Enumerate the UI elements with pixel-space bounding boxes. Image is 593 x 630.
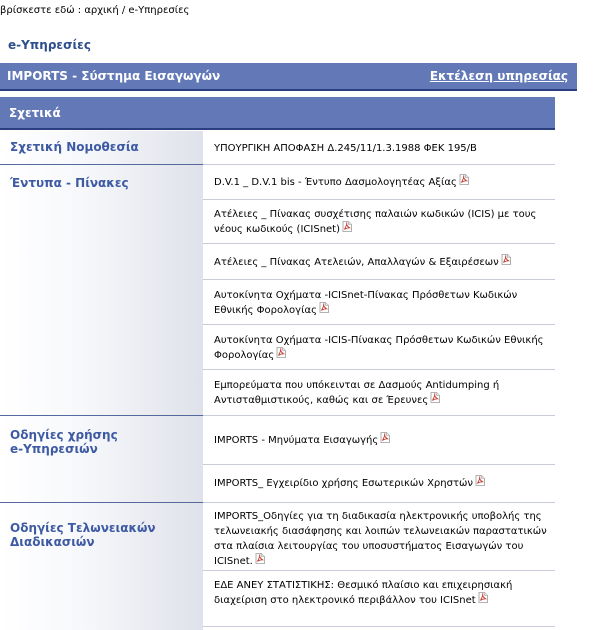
pdf-icon[interactable] (342, 220, 352, 232)
category-customs-procedures: Οδηγίες Τελωνειακών Διαδικασιών (10, 521, 156, 549)
item-separator (203, 199, 555, 200)
doc-link[interactable]: IMPORTS_ Εγχειρίδιο χρήσης Εσωτερικών Χρ… (214, 478, 473, 489)
item-separator (203, 324, 555, 325)
execute-service-link[interactable]: Εκτέλεση υπηρεσίας (430, 69, 568, 83)
category-column (0, 131, 203, 630)
pdf-icon[interactable] (478, 591, 488, 603)
breadcrumb-path[interactable]: αρχική / e-Υπηρεσίες (84, 5, 189, 16)
item-separator (203, 369, 555, 370)
item-separator (203, 415, 555, 416)
doc-link[interactable]: Αυτοκίνητα Οχήματα -ICISnet-Πίνακας Πρόσ… (214, 290, 517, 316)
pdf-icon[interactable] (459, 173, 469, 185)
item-separator (203, 502, 555, 503)
item-separator (203, 464, 555, 465)
doc-link[interactable]: Εμπορεύματα που υπόκεινται σε Δασμούς An… (214, 380, 499, 406)
category-separator (0, 502, 203, 503)
doc-item-legislation[interactable]: ΥΠΟΥΡΓΙΚΗ ΑΠΟΦΑΣΗ Δ.245/11/1.3.1988 ΦΕΚ … (214, 141, 549, 156)
pdf-icon[interactable] (380, 431, 391, 443)
pdf-icon[interactable] (475, 474, 485, 486)
service-name: IMPORTS - Σύστημα Εισαγωγών (7, 69, 221, 83)
category-separator (0, 415, 203, 416)
doc-item[interactable]: ΕΔΕ ΑΝΕΥ ΣΤΑΤΙΣΤΙΚΗΣ: Θεσμικό πλαίσιο κα… (214, 578, 549, 608)
doc-link[interactable]: Αυτοκίνητα Οχήματα -ICIS-Πίνακας Πρόσθετ… (214, 335, 544, 361)
pdf-icon[interactable] (430, 391, 441, 403)
doc-item[interactable]: Ατέλειες _ Πίνακας Ατελειών, Απαλλαγών &… (214, 253, 549, 270)
pdf-icon[interactable] (255, 552, 265, 564)
doc-item[interactable]: Εμπορεύματα που υπόκεινται σε Δασμούς An… (214, 378, 549, 408)
category-legislation: Σχετική Νομοθεσία (10, 140, 139, 154)
category-usage-guides: Οδηγίες χρήσης e-Υπηρεσιών (10, 428, 118, 456)
pdf-icon[interactable] (276, 346, 287, 358)
doc-item[interactable]: Αυτοκίνητα Οχήματα -ICIS-Πίνακας Πρόσθετ… (214, 333, 549, 363)
doc-item[interactable]: IMPORTS_Οδηγίες για τη διαδικασία ηλεκτρ… (214, 509, 549, 569)
related-header-label: Σχετικά (9, 106, 61, 120)
category-separator (0, 164, 203, 165)
page-title: e-Υπηρεσίες (8, 38, 91, 52)
breadcrumb: βρίσκεστε εδώ : αρχική / e-Υπηρεσίες (0, 5, 189, 19)
related-section-header: Σχετικά (0, 97, 555, 130)
pdf-icon[interactable] (501, 253, 511, 265)
category-forms-tables: Έντυπα - Πίνακες (10, 176, 129, 190)
doc-link[interactable]: ΥΠΟΥΡΓΙΚΗ ΑΠΟΦΑΣΗ Δ.245/11/1.3.1988 ΦΕΚ … (214, 143, 477, 154)
item-separator (203, 279, 555, 280)
item-separator (203, 164, 555, 165)
doc-link[interactable]: Ατέλειες _ Πίνακας συσχέτισης παλαιών κω… (214, 209, 536, 235)
item-separator (203, 243, 555, 244)
item-separator (203, 570, 555, 571)
doc-link[interactable]: D.V.1 _ D.V.1 bis - Έντυπο Δασμολογητέας… (214, 177, 457, 188)
pdf-icon[interactable] (319, 301, 329, 313)
doc-item[interactable]: Ατέλειες _ Πίνακας συσχέτισης παλαιών κω… (214, 207, 549, 237)
doc-item[interactable]: IMPORTS_ Εγχειρίδιο χρήσης Εσωτερικών Χρ… (214, 474, 549, 491)
item-separator (203, 626, 555, 627)
doc-item[interactable]: IMPORTS - Μηνύματα Εισαγωγής (214, 431, 549, 448)
service-bar: IMPORTS - Σύστημα Εισαγωγών Εκτέλεση υπη… (0, 63, 577, 91)
doc-item[interactable]: Αυτοκίνητα Οχήματα -ICISnet-Πίνακας Πρόσ… (214, 288, 549, 318)
doc-item[interactable]: D.V.1 _ D.V.1 bis - Έντυπο Δασμολογητέας… (214, 173, 549, 190)
breadcrumb-prefix: βρίσκεστε εδώ : (0, 5, 82, 16)
doc-link[interactable]: IMPORTS - Μηνύματα Εισαγωγής (214, 435, 378, 446)
doc-link[interactable]: ΕΔΕ ΑΝΕΥ ΣΤΑΤΙΣΤΙΚΗΣ: Θεσμικό πλαίσιο κα… (214, 580, 512, 606)
doc-link[interactable]: Ατέλειες _ Πίνακας Ατελειών, Απαλλαγών &… (214, 257, 499, 268)
